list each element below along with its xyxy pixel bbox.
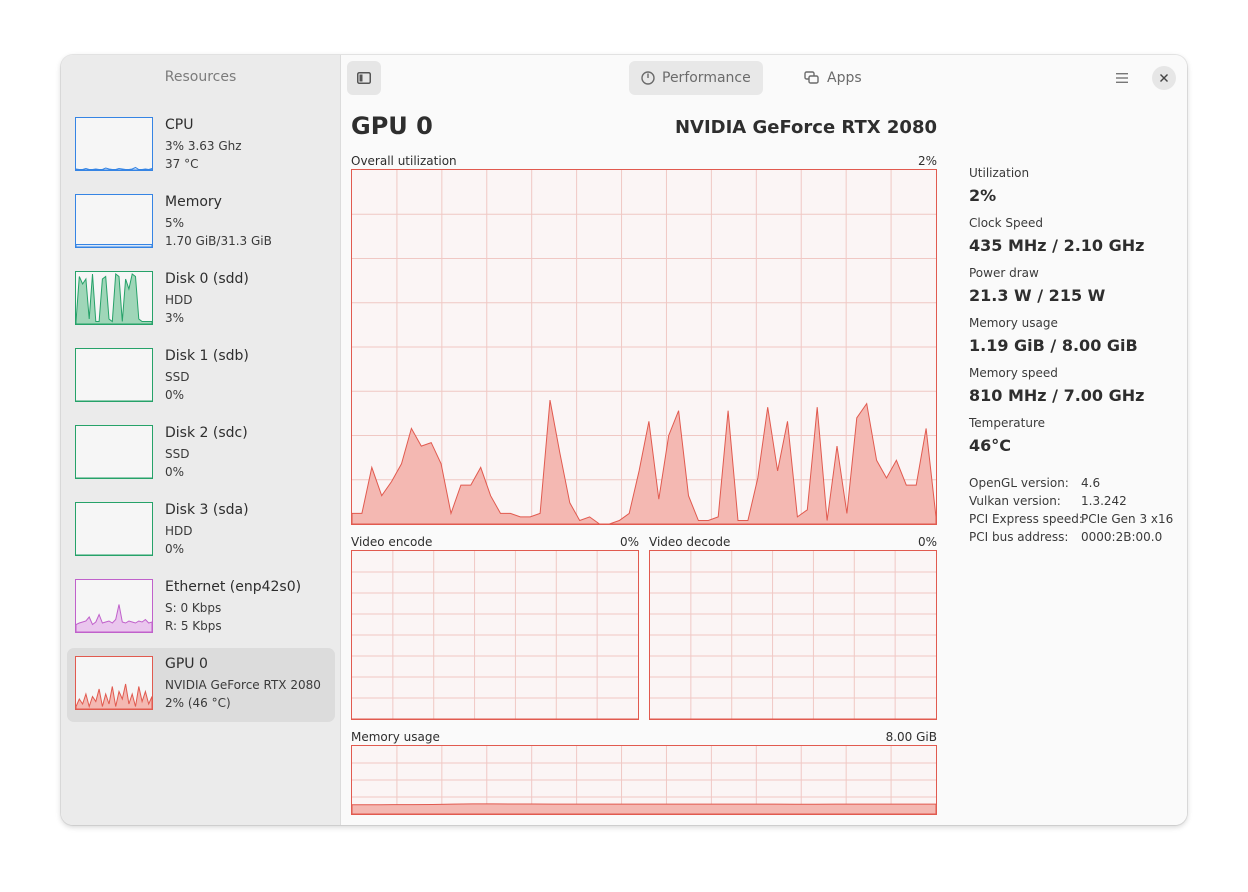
info-opengl-value: 4.6 bbox=[1081, 476, 1101, 490]
video-decode-value: 0% bbox=[917, 535, 937, 549]
tab-performance-label: Performance bbox=[662, 70, 751, 86]
sidebar-item-ethernet-enp42s0[interactable]: Ethernet (enp42s0) S: 0 Kbps R: 5 Kbps bbox=[67, 571, 335, 645]
sidebar-item-graph-thumbnail bbox=[75, 425, 153, 479]
sidebar-item-graph-thumbnail bbox=[75, 579, 153, 633]
main-menu-button[interactable] bbox=[1109, 66, 1135, 90]
memory-usage-graph bbox=[351, 745, 937, 815]
series-area bbox=[352, 803, 936, 814]
sidebar-item-detail: 3% bbox=[165, 311, 185, 325]
sidebar-item-graph-thumbnail bbox=[75, 117, 153, 171]
series-area bbox=[352, 400, 936, 524]
memory-usage-value: 8.00 GiB bbox=[885, 730, 937, 744]
gauge-icon bbox=[641, 71, 655, 85]
sidebar-item-name: Disk 3 (sda) bbox=[165, 502, 249, 518]
overall-utilization-label: Overall utilization bbox=[351, 154, 457, 168]
sidebar-item-name: Disk 1 (sdb) bbox=[165, 348, 249, 364]
tab-performance[interactable]: Performance bbox=[629, 61, 763, 95]
sidebar-item-name: Disk 0 (sdd) bbox=[165, 271, 249, 287]
sidebar: Resources CPU 3% 3.63 Ghz 37 °C Memory 5% 1.7… bbox=[61, 55, 341, 825]
sidebar-toggle-icon bbox=[357, 72, 371, 84]
page-title: GPU 0 bbox=[351, 112, 433, 140]
sidebar-item-memory[interactable]: Memory 5% 1.70 GiB/31.3 GiB bbox=[67, 186, 335, 260]
video-decode-label: Video decode bbox=[649, 535, 731, 549]
sidebar-item-gpu-0[interactable]: GPU 0 NVIDIA GeForce RTX 2080 2% (46 °C) bbox=[67, 648, 335, 722]
stat-memory-usage-label: Memory usage bbox=[969, 316, 1058, 330]
close-button[interactable] bbox=[1152, 66, 1176, 90]
stat-memory-speed-label: Memory speed bbox=[969, 366, 1058, 380]
sidebar-item-detail: SSD bbox=[165, 370, 190, 384]
sidebar-item-name: Memory bbox=[165, 194, 222, 210]
sidebar-toggle-button[interactable] bbox=[347, 61, 381, 95]
tab-apps[interactable]: Apps bbox=[792, 61, 874, 95]
stat-power-draw-value: 21.3 W / 215 W bbox=[969, 286, 1106, 305]
overall-utilization-value: 2% bbox=[917, 154, 937, 168]
memory-usage-label: Memory usage bbox=[351, 730, 440, 744]
tab-apps-label: Apps bbox=[827, 70, 862, 86]
sidebar-item-detail: NVIDIA GeForce RTX 2080 bbox=[165, 678, 321, 692]
info-pci-bus-value: 0000:2B:00.0 bbox=[1081, 530, 1163, 544]
sidebar-item-detail: 0% bbox=[165, 388, 185, 402]
sidebar-item-name: Ethernet (enp42s0) bbox=[165, 579, 302, 595]
info-vulkan-value: 1.3.242 bbox=[1081, 494, 1127, 508]
info-pcie-speed-value: PCIe Gen 3 x16 bbox=[1081, 512, 1174, 526]
stat-power-draw-label: Power draw bbox=[969, 266, 1039, 280]
sidebar-item-detail: HDD bbox=[165, 293, 193, 307]
stat-clock-speed-value: 435 MHz / 2.10 GHz bbox=[969, 236, 1145, 255]
stat-utilization-value: 2% bbox=[969, 186, 997, 205]
sidebar-item-detail: SSD bbox=[165, 447, 190, 461]
sidebar-title: Resources bbox=[164, 69, 237, 85]
hamburger-icon bbox=[1116, 73, 1128, 83]
sidebar-item-detail: 1.70 GiB/31.3 GiB bbox=[165, 234, 272, 248]
sidebar-item-graph-thumbnail bbox=[75, 656, 153, 710]
sidebar-item-disk-2-sdc[interactable]: Disk 2 (sdc) SSD 0% bbox=[67, 417, 335, 491]
sidebar-item-detail: 0% bbox=[165, 542, 185, 556]
sidebar-item-graph-thumbnail bbox=[75, 194, 153, 248]
sidebar-item-detail: 5% bbox=[165, 216, 185, 230]
video-encode-label: Video encode bbox=[351, 535, 433, 549]
video-encode-value: 0% bbox=[619, 535, 639, 549]
overall-utilization-graph bbox=[351, 169, 937, 525]
close-icon bbox=[1160, 74, 1168, 82]
stat-temperature-label: Temperature bbox=[969, 416, 1046, 430]
apps-icon bbox=[804, 71, 819, 84]
sidebar-item-disk-0-sdd[interactable]: Disk 0 (sdd) HDD 3% bbox=[67, 263, 335, 337]
sidebar-item-disk-1-sdb[interactable]: Disk 1 (sdb) SSD 0% bbox=[67, 340, 335, 414]
info-pcie-speed-key: PCI Express speed: bbox=[969, 512, 1083, 526]
main-panel: Performance Apps GPU 0 NVIDIA GeForce RT… bbox=[341, 55, 1187, 825]
sidebar-item-name: CPU bbox=[165, 117, 194, 133]
stat-utilization-label: Utilization bbox=[969, 166, 1030, 180]
graph-plot bbox=[352, 551, 638, 719]
info-pci-bus-key: PCI bus address: bbox=[969, 530, 1069, 544]
sidebar-item-detail: 2% (46 °C) bbox=[165, 696, 231, 710]
sidebar-item-name: Disk 2 (sdc) bbox=[165, 425, 248, 441]
stat-memory-speed-value: 810 MHz / 7.00 GHz bbox=[969, 386, 1145, 405]
graph-plot bbox=[650, 551, 936, 719]
stat-temperature-value: 46°C bbox=[969, 436, 1012, 455]
sidebar-item-detail: 37 °C bbox=[165, 157, 199, 171]
stat-memory-usage-value: 1.19 GiB / 8.00 GiB bbox=[969, 336, 1138, 355]
gpu-model-name: NVIDIA GeForce RTX 2080 bbox=[674, 117, 937, 138]
sidebar-item-detail: 3% 3.63 Ghz bbox=[165, 139, 242, 153]
sidebar-item-graph-thumbnail bbox=[75, 348, 153, 402]
sidebar-item-detail: S: 0 Kbps bbox=[165, 601, 222, 615]
sidebar-item-graph-thumbnail bbox=[75, 502, 153, 556]
stat-clock-speed-label: Clock Speed bbox=[969, 216, 1044, 230]
info-opengl-key: OpenGL version: bbox=[969, 476, 1069, 490]
sidebar-item-detail: 0% bbox=[165, 465, 185, 479]
app-window: Resources CPU 3% 3.63 Ghz 37 °C Memory 5% 1.7… bbox=[61, 55, 1187, 825]
sidebar-item-name: GPU 0 bbox=[165, 656, 208, 672]
graph-plot bbox=[352, 746, 936, 814]
video-decode-graph bbox=[649, 550, 937, 720]
video-encode-graph bbox=[351, 550, 639, 720]
sidebar-item-detail: R: 5 Kbps bbox=[165, 619, 222, 633]
sidebar-item-graph-thumbnail bbox=[75, 271, 153, 325]
info-vulkan-key: Vulkan version: bbox=[969, 494, 1061, 508]
sidebar-item-detail: HDD bbox=[165, 524, 193, 538]
sidebar-item-disk-3-sda[interactable]: Disk 3 (sda) HDD 0% bbox=[67, 494, 335, 568]
graph-plot bbox=[352, 170, 936, 524]
sidebar-item-cpu[interactable]: CPU 3% 3.63 Ghz 37 °C bbox=[67, 109, 335, 183]
